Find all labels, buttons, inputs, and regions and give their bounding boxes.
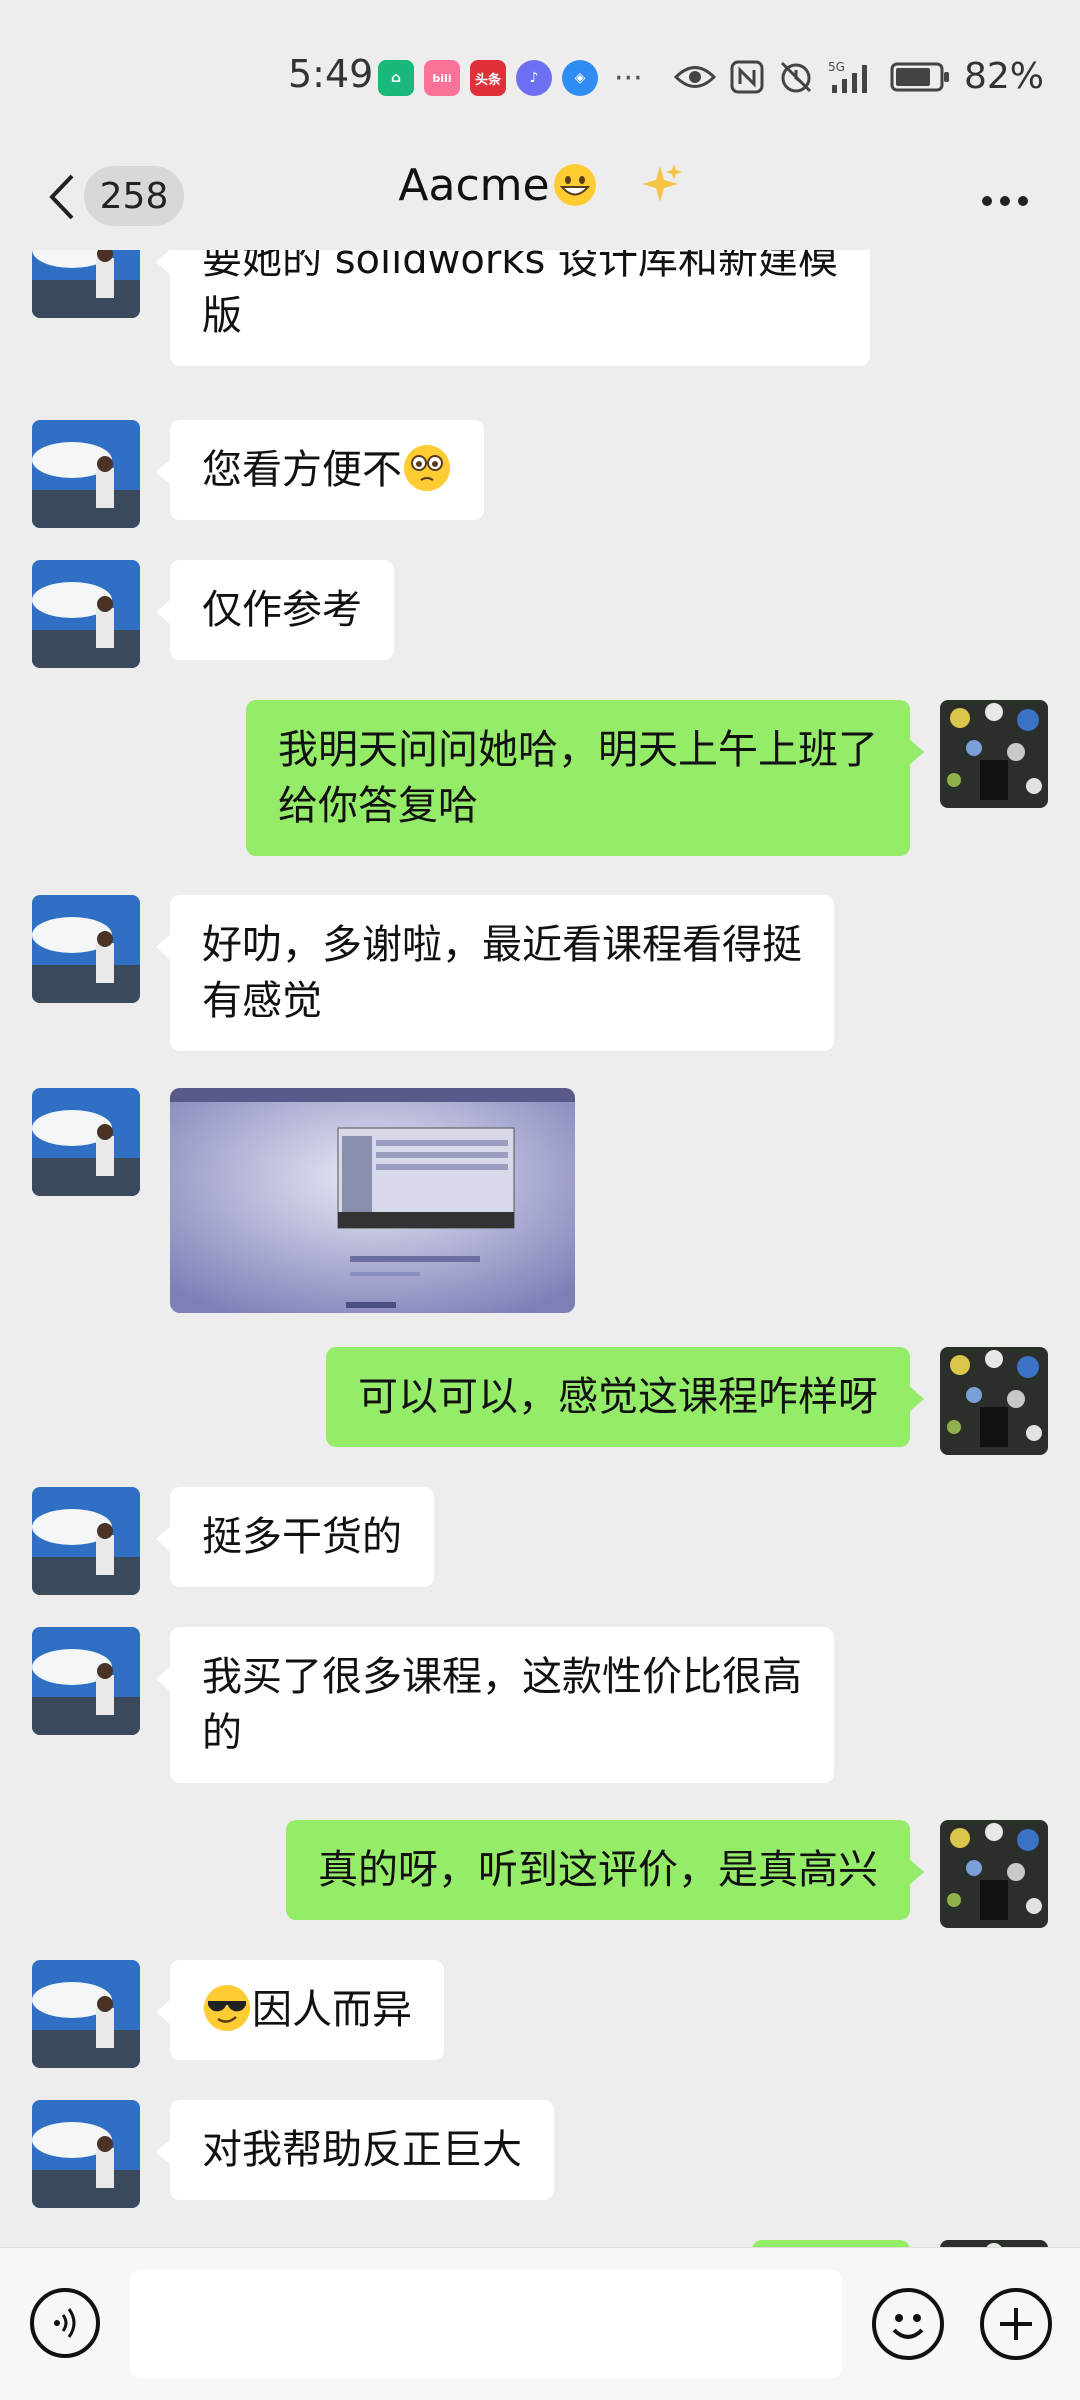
message-text: 可以可以，感觉这课程咋样呀	[358, 1374, 878, 1420]
eye-icon	[673, 65, 716, 88]
message-text-line: 有感觉	[202, 978, 322, 1024]
my-avatar[interactable]	[940, 1820, 1048, 1928]
status-bar: 5:49 ⌂ bili 头条 ♪ ◈ ··· 5G 82%	[0, 0, 1080, 150]
nfc-icon	[730, 60, 764, 93]
contact-avatar[interactable]	[32, 560, 140, 668]
contact-avatar[interactable]	[32, 895, 140, 1003]
message-bubble[interactable]: 要她的 solidworks 设计库和新建模 版	[156, 250, 870, 366]
message-text-line: 我明天问问她哈，明天上午上班了	[278, 727, 878, 773]
message-text: 您看方便不	[202, 447, 402, 493]
back-button[interactable]	[36, 162, 86, 232]
my-avatar[interactable]	[940, 2240, 1048, 2247]
my-avatar[interactable]	[940, 700, 1048, 808]
contact-avatar[interactable]	[32, 1627, 140, 1735]
battery-icon	[890, 62, 949, 91]
message-text-line: 我买了很多课程，这款性价比很高	[202, 1654, 802, 1700]
message-bubble[interactable]: 对我帮助反正巨大	[156, 2100, 554, 2200]
notification-icons: ⌂ bili 头条 ♪ ◈ ···	[378, 60, 643, 96]
message-bubble[interactable]: 仅作参考	[156, 560, 394, 660]
smiley-icon	[892, 2314, 924, 2339]
plus-icon	[1000, 2308, 1032, 2340]
contact-avatar[interactable]	[32, 1088, 140, 1196]
contact-avatar[interactable]	[32, 1487, 140, 1595]
message-bubble[interactable]: 挺多干货的	[156, 1487, 434, 1587]
signal-icon: 5G	[828, 60, 867, 93]
message-bubble[interactable]: 您看方便不	[156, 420, 484, 520]
message-bubble[interactable]	[752, 2240, 910, 2247]
grinning-emoji-icon	[553, 164, 596, 206]
message-text-line: 给你答复哈	[278, 783, 478, 829]
more-functions-button[interactable]	[980, 2288, 1052, 2360]
bilibili-icon: bili	[424, 60, 460, 96]
mi-home-icon: ⌂	[378, 60, 414, 96]
message-text-line: 版	[202, 293, 242, 339]
message-bubble[interactable]: 我买了很多课程，这款性价比很高 的	[156, 1627, 834, 1783]
contact-avatar[interactable]	[32, 250, 140, 318]
voice-input-button[interactable]	[30, 2288, 100, 2358]
message-text: 对我帮助反正巨大	[202, 2127, 522, 2173]
chat-title-text: Aacme	[398, 160, 550, 211]
battery-percent: 82%	[963, 56, 1044, 97]
message-text: 挺多干货的	[202, 1514, 402, 1560]
emoji-button[interactable]	[872, 2288, 944, 2360]
contact-avatar[interactable]	[32, 420, 140, 528]
system-icons: 5G 82%	[673, 56, 1044, 97]
message-text-line: 要她的 solidworks 设计库和新建模	[202, 250, 838, 283]
message-bubble[interactable]: 我明天问问她哈，明天上午上班了 给你答复哈	[246, 700, 924, 856]
chat-screen: 5:49 ⌂ bili 头条 ♪ ◈ ··· 5G 82% Aacme 258	[0, 0, 1080, 2400]
screenshot-thumbnail-image	[170, 1088, 575, 1313]
chat-header: Aacme 258	[0, 150, 1080, 250]
music-icon: ♪	[516, 60, 552, 96]
alarm-off-icon	[780, 61, 812, 92]
more-notifications-icon: ···	[614, 60, 643, 96]
voice-wave-icon	[54, 2308, 76, 2338]
message-bubble[interactable]: 可以可以，感觉这课程咋样呀	[326, 1347, 924, 1447]
my-avatar[interactable]	[940, 1347, 1048, 1455]
contact-avatar[interactable]	[32, 2100, 140, 2208]
status-time: 5:49	[288, 52, 374, 96]
message-text-line: 的	[202, 1710, 242, 1756]
browser-icon: ◈	[562, 60, 598, 96]
image-message[interactable]	[170, 1088, 575, 1313]
message-bubble[interactable]: 真的呀，听到这评价，是真高兴	[286, 1820, 924, 1920]
message-text: 真的呀，听到这评价，是真高兴	[318, 1847, 878, 1893]
sparkles-emoji-icon	[641, 164, 682, 202]
dot-icon	[982, 196, 992, 206]
unread-count-badge[interactable]: 258	[84, 166, 184, 226]
contact-avatar[interactable]	[32, 1960, 140, 2068]
toutiao-icon: 头条	[470, 60, 506, 96]
sunglasses-emoji-icon	[204, 1985, 250, 2031]
dot-icon	[1000, 196, 1010, 206]
more-options-button[interactable]	[970, 176, 1040, 226]
message-text-line: 好叻，多谢啦，最近看课程看得挺	[202, 922, 802, 968]
message-bubble[interactable]: 好叻，多谢啦，最近看课程看得挺 有感觉	[156, 895, 834, 1051]
svg-text:5G: 5G	[828, 60, 845, 74]
chat-input-bar	[0, 2247, 1080, 2400]
message-input[interactable]	[130, 2270, 842, 2378]
flushed-face-emoji-icon	[404, 445, 450, 491]
message-text: 因人而异	[252, 1987, 412, 2033]
message-bubble[interactable]: 因人而异	[156, 1960, 444, 2060]
dot-icon	[1018, 196, 1028, 206]
message-list[interactable]: 要她的 solidworks 设计库和新建模 版 您看方便不 仅作参考 我明天问…	[0, 250, 1080, 2247]
chevron-left-icon	[49, 174, 74, 220]
message-text: 仅作参考	[202, 587, 362, 633]
